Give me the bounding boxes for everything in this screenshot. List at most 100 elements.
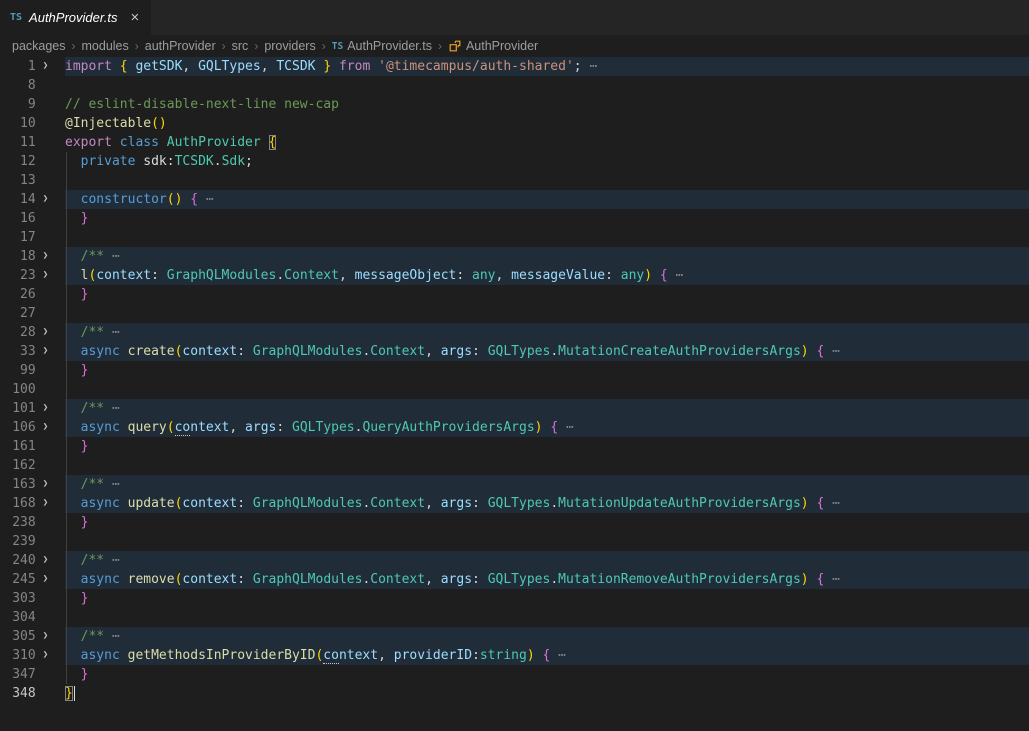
code-line-content[interactable]: }: [65, 285, 1029, 304]
line-number[interactable]: 1: [0, 57, 36, 76]
line-number[interactable]: 310: [0, 646, 36, 665]
line-number[interactable]: 245: [0, 570, 36, 589]
code-line-content[interactable]: private sdk:TCSDK.Sdk;: [65, 152, 1029, 171]
code-line-content[interactable]: }: [65, 209, 1029, 228]
code-line[interactable]: 33❯ async create(context: GraphQLModules…: [0, 342, 1029, 361]
line-number[interactable]: 101: [0, 399, 36, 418]
code-line[interactable]: 101❯ /** ⋯: [0, 399, 1029, 418]
fold-chevron-icon[interactable]: ❯: [36, 323, 65, 342]
code-line-content[interactable]: async query(context, args: GQLTypes.Quer…: [65, 418, 1029, 437]
line-number[interactable]: 239: [0, 532, 36, 551]
code-line-content[interactable]: async remove(context: GraphQLModules.Con…: [65, 570, 1029, 589]
code-line-content[interactable]: }: [65, 589, 1029, 608]
code-line[interactable]: 18❯ /** ⋯: [0, 247, 1029, 266]
code-line[interactable]: 106❯ async query(context, args: GQLTypes…: [0, 418, 1029, 437]
code-line[interactable]: 11export class AuthProvider {: [0, 133, 1029, 152]
fold-chevron-icon[interactable]: ❯: [36, 57, 65, 76]
breadcrumb-item-authprovider[interactable]: AuthProvider: [448, 39, 538, 53]
line-number[interactable]: 13: [0, 171, 36, 190]
line-number[interactable]: 18: [0, 247, 36, 266]
code-line[interactable]: 161 }: [0, 437, 1029, 456]
line-number[interactable]: 99: [0, 361, 36, 380]
code-line-content[interactable]: l(context: GraphQLModules.Context, messa…: [65, 266, 1029, 285]
code-line[interactable]: 16 }: [0, 209, 1029, 228]
code-line-content[interactable]: /** ⋯: [65, 323, 1029, 342]
code-line[interactable]: 26 }: [0, 285, 1029, 304]
code-line-content[interactable]: export class AuthProvider {: [65, 133, 1029, 152]
tab-close-icon[interactable]: ×: [130, 10, 139, 25]
line-number[interactable]: 16: [0, 209, 36, 228]
code-line-content[interactable]: [65, 380, 1029, 399]
code-line-content[interactable]: }: [65, 684, 1029, 703]
code-line-content[interactable]: constructor() { ⋯: [65, 190, 1029, 209]
line-number[interactable]: 106: [0, 418, 36, 437]
breadcrumb-item-modules[interactable]: modules: [82, 39, 129, 53]
code-line-content[interactable]: import { getSDK, GQLTypes, TCSDK } from …: [65, 57, 1029, 76]
line-number[interactable]: 348: [0, 684, 36, 703]
code-line-content[interactable]: /** ⋯: [65, 551, 1029, 570]
line-number[interactable]: 347: [0, 665, 36, 684]
line-number[interactable]: 26: [0, 285, 36, 304]
fold-chevron-icon[interactable]: ❯: [36, 266, 65, 285]
code-line-content[interactable]: }: [65, 513, 1029, 532]
fold-chevron-icon[interactable]: ❯: [36, 399, 65, 418]
code-line-content[interactable]: }: [65, 361, 1029, 380]
code-line[interactable]: 9 // eslint-disable-next-line new-cap: [0, 95, 1029, 114]
code-line[interactable]: 99 }: [0, 361, 1029, 380]
code-line[interactable]: 163❯ /** ⋯: [0, 475, 1029, 494]
code-line-content[interactable]: }: [65, 665, 1029, 684]
code-line-content[interactable]: }: [65, 437, 1029, 456]
code-line[interactable]: 8: [0, 76, 1029, 95]
code-line[interactable]: 168❯ async update(context: GraphQLModule…: [0, 494, 1029, 513]
code-line[interactable]: 347 }: [0, 665, 1029, 684]
code-line[interactable]: 245❯ async remove(context: GraphQLModule…: [0, 570, 1029, 589]
code-line-content[interactable]: [65, 171, 1029, 190]
code-line[interactable]: 1❯import { getSDK, GQLTypes, TCSDK } fro…: [0, 57, 1029, 76]
line-number[interactable]: 8: [0, 76, 36, 95]
line-number[interactable]: 28: [0, 323, 36, 342]
code-line[interactable]: 238 }: [0, 513, 1029, 532]
code-line[interactable]: 240❯ /** ⋯: [0, 551, 1029, 570]
code-line[interactable]: 13: [0, 171, 1029, 190]
code-line[interactable]: 17: [0, 228, 1029, 247]
line-number[interactable]: 161: [0, 437, 36, 456]
line-number[interactable]: 303: [0, 589, 36, 608]
code-line-content[interactable]: // eslint-disable-next-line new-cap: [65, 95, 1029, 114]
breadcrumb-item-src[interactable]: src: [232, 39, 249, 53]
line-number[interactable]: 10: [0, 114, 36, 133]
code-line[interactable]: 14❯ constructor() { ⋯: [0, 190, 1029, 209]
code-line-content[interactable]: /** ⋯: [65, 247, 1029, 266]
line-number[interactable]: 9: [0, 95, 36, 114]
code-line-content[interactable]: async create(context: GraphQLModules.Con…: [65, 342, 1029, 361]
line-number[interactable]: 33: [0, 342, 36, 361]
code-line-content[interactable]: [65, 304, 1029, 323]
fold-chevron-icon[interactable]: ❯: [36, 627, 65, 646]
fold-chevron-icon[interactable]: ❯: [36, 247, 65, 266]
code-line-content[interactable]: /** ⋯: [65, 399, 1029, 418]
line-number[interactable]: 12: [0, 152, 36, 171]
code-line[interactable]: 28❯ /** ⋯: [0, 323, 1029, 342]
code-line[interactable]: 10@Injectable(): [0, 114, 1029, 133]
fold-chevron-icon[interactable]: ❯: [36, 418, 65, 437]
line-number[interactable]: 27: [0, 304, 36, 323]
line-number[interactable]: 238: [0, 513, 36, 532]
code-editor[interactable]: 1❯import { getSDK, GQLTypes, TCSDK } fro…: [0, 57, 1029, 731]
line-number[interactable]: 17: [0, 228, 36, 247]
code-line[interactable]: 305❯ /** ⋯: [0, 627, 1029, 646]
code-line[interactable]: 23❯ l(context: GraphQLModules.Context, m…: [0, 266, 1029, 285]
code-line-content[interactable]: async update(context: GraphQLModules.Con…: [65, 494, 1029, 513]
fold-chevron-icon[interactable]: ❯: [36, 190, 65, 209]
tab-authprovider[interactable]: TS AuthProvider.ts ×: [0, 0, 151, 35]
code-line[interactable]: 27: [0, 304, 1029, 323]
fold-chevron-icon[interactable]: ❯: [36, 551, 65, 570]
fold-chevron-icon[interactable]: ❯: [36, 494, 65, 513]
line-number[interactable]: 304: [0, 608, 36, 627]
line-number[interactable]: 23: [0, 266, 36, 285]
code-line-content[interactable]: /** ⋯: [65, 627, 1029, 646]
code-line[interactable]: 100: [0, 380, 1029, 399]
code-line[interactable]: 12 private sdk:TCSDK.Sdk;: [0, 152, 1029, 171]
fold-chevron-icon[interactable]: ❯: [36, 646, 65, 665]
line-number[interactable]: 14: [0, 190, 36, 209]
code-line[interactable]: 348}: [0, 684, 1029, 703]
code-line-content[interactable]: /** ⋯: [65, 475, 1029, 494]
